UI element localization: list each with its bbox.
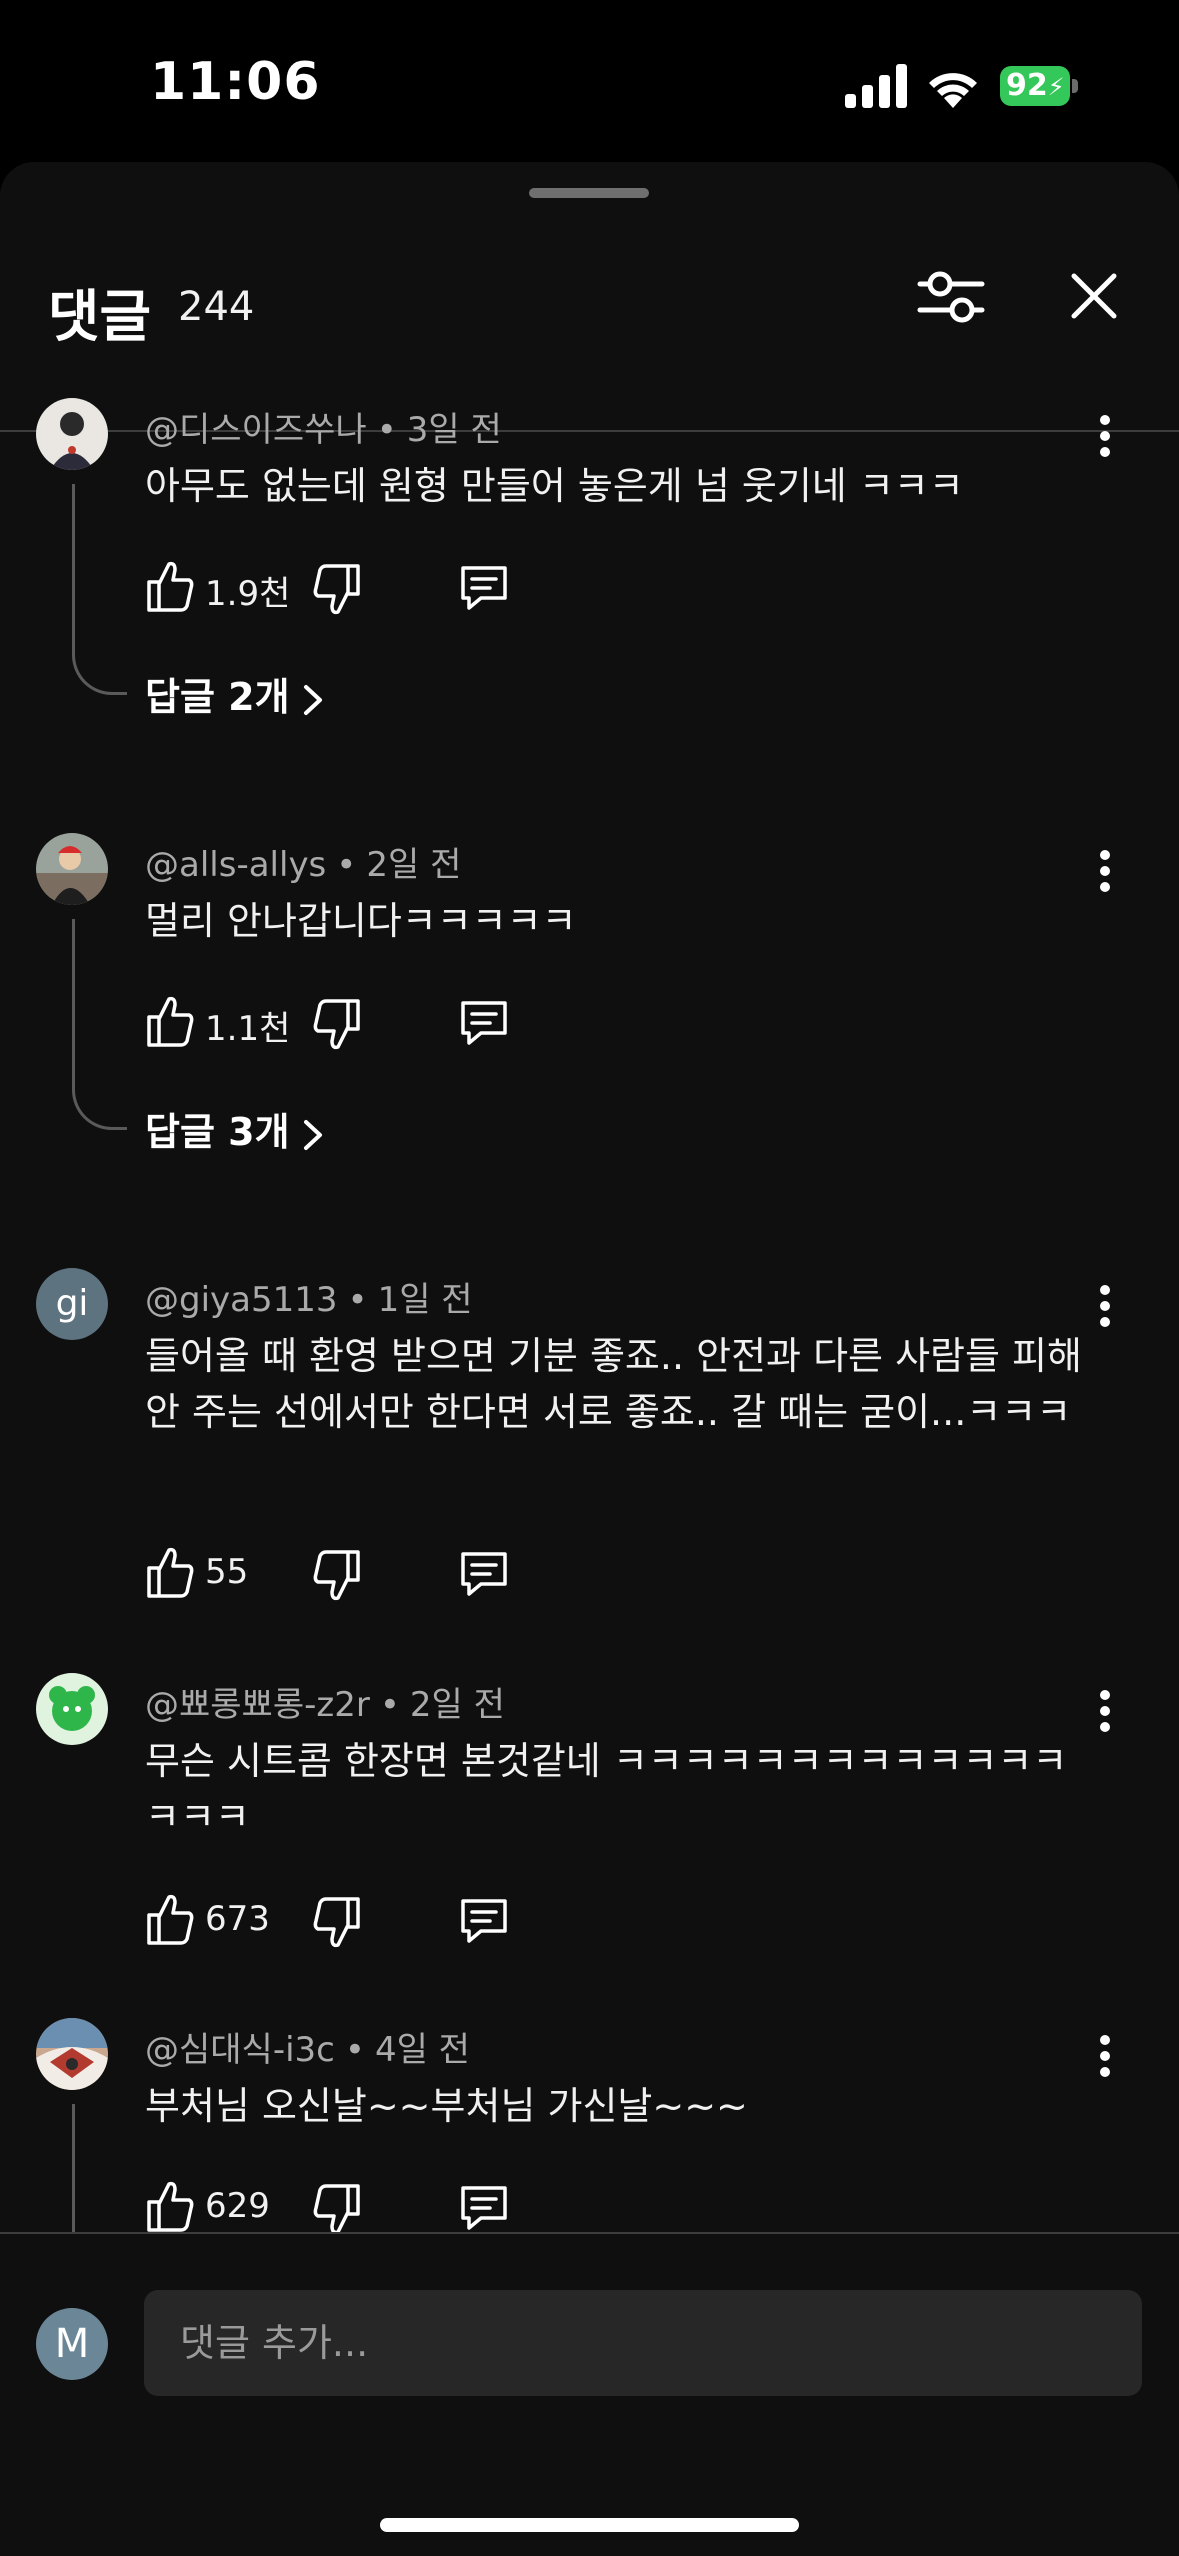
more-icon[interactable] xyxy=(1090,841,1120,901)
comment-meta: @giya5113 • 1일 전 xyxy=(145,1280,473,1320)
comment-age: 3일 전 xyxy=(406,410,502,450)
comments-sheet: 댓글 244 @디스이즈쑤나 • 3일 전 아무도 없는데 원형 만들어 놓은게 넘… xyxy=(0,162,1179,2556)
avatar-letter: M xyxy=(54,2321,90,2367)
status-time: 11:06 xyxy=(150,52,321,112)
avatar[interactable] xyxy=(36,2018,108,2090)
dislike-icon[interactable] xyxy=(311,562,363,618)
avatar[interactable] xyxy=(36,398,108,470)
dislike-icon[interactable] xyxy=(311,1548,363,1604)
dislike-icon[interactable] xyxy=(311,1895,363,1951)
comment-actions: 55 xyxy=(145,1544,565,1604)
dislike-icon[interactable] xyxy=(311,997,363,1053)
comments-header: 댓글 244 xyxy=(0,232,1179,432)
status-bar: 11:06 92⚡ xyxy=(0,0,1179,160)
avatar-letter: gi xyxy=(55,1283,89,1324)
avatar[interactable]: gi xyxy=(36,1268,108,1340)
comment-actions: 1.9천 xyxy=(145,558,565,618)
chevron-right-icon xyxy=(303,684,322,715)
more-icon[interactable] xyxy=(1090,406,1120,466)
view-replies-button[interactable]: 답글 2개 xyxy=(145,666,324,721)
comment-meta: @뾰롱뾰롱-z2r • 2일 전 xyxy=(145,1685,505,1725)
like-icon[interactable] xyxy=(145,993,195,1049)
like-count: 1.1천 xyxy=(205,1009,291,1049)
comment-actions: 673 xyxy=(145,1891,565,1951)
reply-icon[interactable] xyxy=(457,2180,511,2232)
comment-author[interactable]: @디스이즈쑤나 xyxy=(145,410,367,450)
comment-meta: @심대식-i3c • 4일 전 xyxy=(145,2030,470,2070)
close-icon[interactable] xyxy=(1064,266,1124,326)
thread-line xyxy=(72,484,127,695)
avatar[interactable] xyxy=(36,1673,108,1745)
comment-meta: @디스이즈쑤나 • 3일 전 xyxy=(145,410,502,450)
like-icon[interactable] xyxy=(145,1891,195,1947)
comment-actions: 1.1천 xyxy=(145,993,565,1053)
reply-icon[interactable] xyxy=(457,560,511,614)
comment-author[interactable]: @giya5113 xyxy=(145,1280,338,1320)
reply-icon[interactable] xyxy=(457,1546,511,1600)
avatar[interactable] xyxy=(36,833,108,905)
like-icon[interactable] xyxy=(145,2178,195,2232)
comments-count: 244 xyxy=(178,284,255,330)
filter-icon[interactable] xyxy=(916,262,986,332)
like-icon[interactable] xyxy=(145,558,195,614)
like-count: 629 xyxy=(205,2186,270,2226)
comment-composer: M xyxy=(0,2232,1179,2556)
comment-age: 4일 전 xyxy=(374,2030,470,2070)
comment-text: 무슨 시트콤 한장면 본것같네 ㅋㅋㅋㅋㅋㅋㅋㅋㅋㅋㅋㅋㅋㅋㅋㅋ xyxy=(145,1739,1068,1839)
comment-author[interactable]: @alls-allys xyxy=(145,845,326,885)
wifi-icon xyxy=(929,73,977,108)
like-count: 1.9천 xyxy=(205,574,291,614)
comment-list[interactable]: @디스이즈쑤나 • 3일 전 아무도 없는데 원형 만들어 놓은게 넘 웃기네 ㅋㅋ… xyxy=(0,362,1179,2232)
comment-text: 아무도 없는데 원형 만들어 놓은게 넘 웃기네 ㅋㅋㅋ xyxy=(145,464,964,508)
more-icon[interactable] xyxy=(1090,1681,1120,1741)
battery-icon: 92⚡ xyxy=(1000,66,1080,106)
comment-age: 1일 전 xyxy=(377,1280,473,1320)
comment-text: 부처님 오신날~~부처님 가신날~~~ xyxy=(145,2084,748,2128)
reply-icon[interactable] xyxy=(457,995,511,1049)
avatar[interactable]: M xyxy=(36,2308,108,2380)
comment-age: 2일 전 xyxy=(366,845,462,885)
comment-actions: 629 xyxy=(145,2178,565,2232)
home-indicator[interactable] xyxy=(380,2518,799,2532)
reply-icon[interactable] xyxy=(457,1893,511,1947)
drag-handle[interactable] xyxy=(529,188,649,198)
comment-age: 2일 전 xyxy=(409,1685,505,1725)
more-icon[interactable] xyxy=(1090,1276,1120,1336)
thread-line xyxy=(72,2104,127,2232)
thread-line xyxy=(72,919,127,1130)
composer-divider xyxy=(0,2232,1179,2234)
comment-author[interactable]: @뾰롱뾰롱-z2r xyxy=(145,1685,370,1725)
chevron-right-icon xyxy=(303,1119,322,1150)
like-count: 673 xyxy=(205,1899,270,1939)
comment-author[interactable]: @심대식-i3c xyxy=(145,2030,335,2070)
more-icon[interactable] xyxy=(1090,2026,1120,2086)
add-comment-input[interactable] xyxy=(144,2290,1142,2396)
like-icon[interactable] xyxy=(145,1544,195,1600)
comment-text: 멀리 안나갑니다ㅋㅋㅋㅋㅋ xyxy=(145,899,577,943)
comment-text: 들어올 때 환영 받으면 기분 좋죠.. 안전과 다른 사람들 피해 안 주는 … xyxy=(145,1334,1082,1434)
dislike-icon[interactable] xyxy=(311,2182,363,2232)
battery-level: 92 xyxy=(1006,68,1048,103)
signal-icon xyxy=(845,64,907,108)
view-replies-button[interactable]: 답글 3개 xyxy=(145,1101,324,1156)
comments-title: 댓글 xyxy=(48,285,152,350)
like-count: 55 xyxy=(205,1552,249,1592)
comment-meta: @alls-allys • 2일 전 xyxy=(145,845,462,885)
